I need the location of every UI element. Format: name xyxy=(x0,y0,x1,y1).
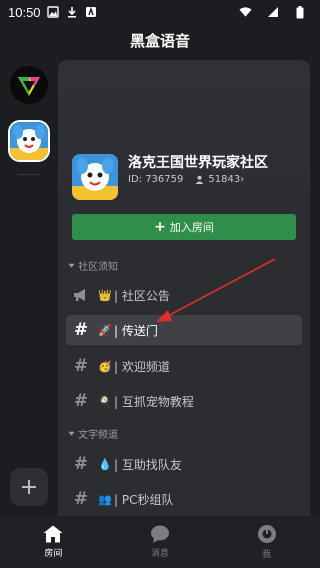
join-room-button[interactable]: + 加入房间 xyxy=(72,214,296,240)
rail-divider xyxy=(18,174,40,175)
channel-item[interactable]: # 👥 | PC秒组队 xyxy=(66,484,302,514)
home-icon xyxy=(43,525,63,543)
nav-tab-messages[interactable]: 消息 xyxy=(107,516,214,568)
battery-icon xyxy=(293,5,306,19)
plus-icon: + xyxy=(154,219,166,235)
join-room-label: 加入房间 xyxy=(169,221,214,234)
channel-emoji: 💧 xyxy=(98,457,112,471)
page-title: 黑盒语音 xyxy=(129,32,190,50)
person-icon xyxy=(196,175,204,184)
cartoon-avatar-icon xyxy=(10,122,48,160)
hash-icon: # xyxy=(73,454,89,474)
channel-emoji: 👑 xyxy=(98,288,112,302)
hash-icon: # xyxy=(73,489,89,509)
community-name: 洛克王国世界玩家社区 xyxy=(128,155,268,171)
channel-label: | PC秒组队 xyxy=(114,492,174,507)
nav-label: 我 xyxy=(262,550,272,560)
server-rail xyxy=(0,56,58,516)
signal-icon xyxy=(266,6,279,19)
category-header[interactable]: 文字频道 xyxy=(68,426,118,441)
nav-label: 消息 xyxy=(151,549,170,559)
nav-label: 房间 xyxy=(44,549,63,559)
category-label: 社区须知 xyxy=(78,262,118,273)
cartoon-avatar-icon xyxy=(72,154,118,200)
chevron-right-icon: › xyxy=(240,174,245,185)
channel-emoji: 🚀 xyxy=(98,323,112,337)
wifi-icon xyxy=(239,6,252,19)
chat-bubble-icon xyxy=(151,525,169,543)
member-count[interactable]: 51843 › xyxy=(195,174,244,185)
category-header[interactable]: 社区须知 xyxy=(68,258,118,273)
caret-down-icon xyxy=(68,263,75,268)
channel-label: | 互抓宠物教程 xyxy=(114,394,194,409)
community-meta: ID: 736759 51843 › xyxy=(128,174,244,185)
channel-label: | 传送门 xyxy=(114,323,158,338)
channel-emoji: 🍳 xyxy=(98,394,112,408)
plus-icon xyxy=(22,480,36,494)
hash-icon: # xyxy=(73,320,89,340)
channel-item[interactable]: # 🍳 | 互抓宠物教程 xyxy=(66,386,302,416)
server-logo-button[interactable] xyxy=(10,66,48,104)
channel-emoji: 🥳 xyxy=(98,359,112,373)
channel-item[interactable]: 👑 | 社区公告 xyxy=(66,280,302,310)
add-server-button[interactable] xyxy=(10,468,48,506)
nav-tab-profile[interactable]: 我 xyxy=(213,516,320,568)
triangle-logo-icon xyxy=(18,77,40,96)
channel-label: | 欢迎频道 xyxy=(114,359,170,374)
community-id: ID: 736759 xyxy=(128,174,184,185)
caret-down-icon xyxy=(68,431,75,436)
channel-label: | 社区公告 xyxy=(114,288,170,303)
status-bar: 10:50 xyxy=(0,0,320,24)
community-panel: 洛克王国世界玩家社区 ID: 736759 51843 › + 加入房间 社区须… xyxy=(58,60,310,516)
channel-item[interactable]: # 💧 | 互助找队友 xyxy=(66,449,302,479)
status-time: 10:50 xyxy=(8,4,41,20)
profile-icon xyxy=(257,525,276,543)
gallery-icon xyxy=(47,6,60,19)
channel-item[interactable]: # 🥳 | 欢迎频道 xyxy=(66,351,302,381)
hash-icon: # xyxy=(73,356,89,376)
nav-tab-rooms[interactable]: 房间 xyxy=(0,516,107,568)
channel-label: | 互助找队友 xyxy=(114,457,182,472)
channel-item-selected[interactable]: # 🚀 | 传送门 xyxy=(66,315,302,345)
notification-icon xyxy=(85,6,98,19)
download-icon xyxy=(66,6,79,19)
server-active-button[interactable] xyxy=(8,120,50,162)
hash-icon: # xyxy=(73,391,89,411)
community-avatar xyxy=(72,154,118,200)
bottom-nav: 房间 消息 我 xyxy=(0,516,320,568)
member-count-value: 51843 xyxy=(208,174,241,185)
channel-emoji: 👥 xyxy=(98,492,112,506)
megaphone-icon xyxy=(70,288,92,302)
category-label: 文字频道 xyxy=(78,430,118,441)
